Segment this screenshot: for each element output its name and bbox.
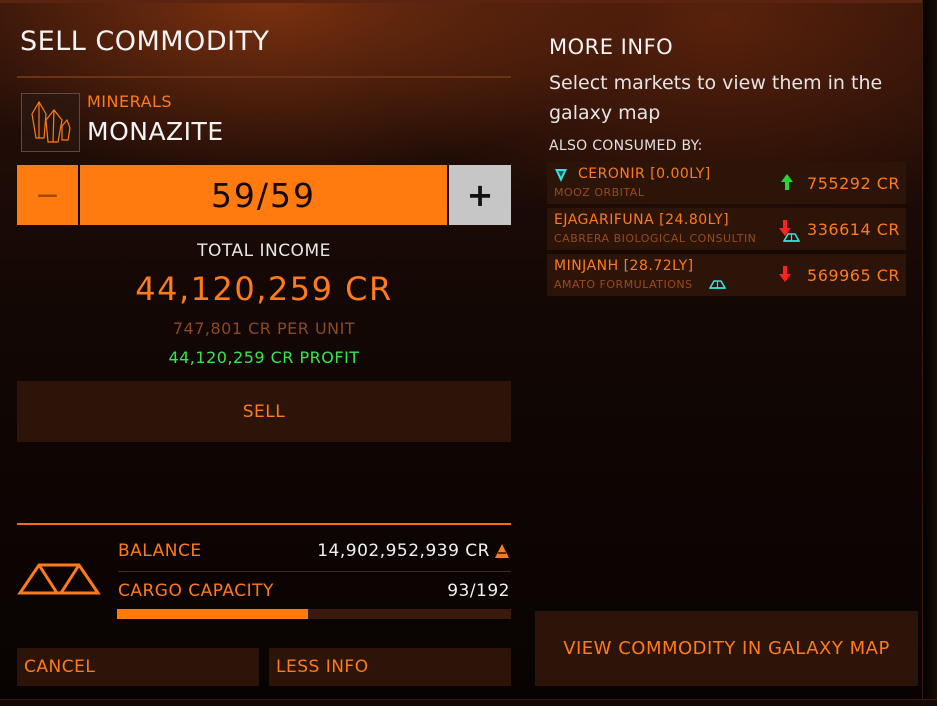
market-row[interactable]: EJAGARIFUNA [24.80LY] CABRERA BIOLOGICAL… xyxy=(547,208,906,250)
credits-icon xyxy=(495,544,509,558)
commodity-name: MONAZITE xyxy=(87,117,224,146)
sell-button[interactable]: SELL xyxy=(17,381,511,442)
beacon-icon xyxy=(555,169,567,182)
cargo-capacity-bar xyxy=(117,609,511,619)
more-info-title: MORE INFO xyxy=(549,35,674,59)
trend-down-icon xyxy=(779,266,791,282)
market-station: CABRERA BIOLOGICAL CONSULTIN xyxy=(554,232,757,245)
title-divider xyxy=(17,76,511,78)
less-info-button[interactable]: LESS INFO xyxy=(269,648,511,686)
surface-port-icon xyxy=(709,280,726,289)
market-row[interactable]: MINJANH [28.72LY] AMATO FORMULATIONS 569… xyxy=(547,254,906,296)
bottom-divider xyxy=(17,523,511,525)
market-name: CERONIR [0.00LY] xyxy=(578,166,711,182)
market-price: 755292 CR xyxy=(807,174,900,193)
total-income-label: TOTAL INCOME xyxy=(197,241,331,261)
more-info-description: Select markets to view them in the galax… xyxy=(549,72,883,124)
profit-value: 44,120,259 CR PROFIT xyxy=(168,348,360,367)
surface-port-icon xyxy=(783,233,800,242)
balance-divider xyxy=(118,571,511,572)
price-per-unit: 747,801 CR PER UNIT xyxy=(172,319,356,338)
commodity-category: MINERALS xyxy=(87,92,173,111)
quantity-display[interactable]: 59/59 xyxy=(80,165,447,225)
market-price: 336614 CR xyxy=(807,220,900,239)
market-name: MINJANH [28.72LY] xyxy=(554,258,694,274)
cancel-button[interactable]: CANCEL xyxy=(17,648,259,686)
cargo-capacity-fill xyxy=(117,609,308,619)
view-in-galaxy-map-button[interactable]: VIEW COMMODITY IN GALAXY MAP xyxy=(535,611,918,686)
total-income-value: 44,120,259 CR xyxy=(135,270,393,308)
right-edge-panel xyxy=(922,0,937,705)
market-price: 569965 CR xyxy=(807,266,900,285)
top-border xyxy=(0,0,937,3)
market-name: EJAGARIFUNA [24.80LY] xyxy=(554,212,730,228)
crystal-icon xyxy=(31,100,71,143)
page-title: SELL COMMODITY xyxy=(20,26,270,57)
increase-quantity-button[interactable]: + xyxy=(449,165,511,225)
cargo-capacity-value: 93/192 xyxy=(447,581,510,601)
balance-value: 14,902,952,939 CR xyxy=(317,541,490,561)
also-consumed-label: ALSO CONSUMED BY: xyxy=(549,138,703,154)
cargo-ship-icon xyxy=(17,563,101,595)
decrease-quantity-button[interactable]: − xyxy=(17,165,80,225)
cargo-capacity-label: CARGO CAPACITY xyxy=(118,581,274,601)
market-row[interactable]: CERONIR [0.00LY] MOOZ ORBITAL 755292 CR xyxy=(547,162,906,204)
market-station: AMATO FORMULATIONS xyxy=(554,278,693,291)
commodity-icon-box xyxy=(21,93,80,152)
market-station: MOOZ ORBITAL xyxy=(554,186,645,199)
balance-label: BALANCE xyxy=(118,541,202,561)
trend-up-icon xyxy=(781,174,793,190)
